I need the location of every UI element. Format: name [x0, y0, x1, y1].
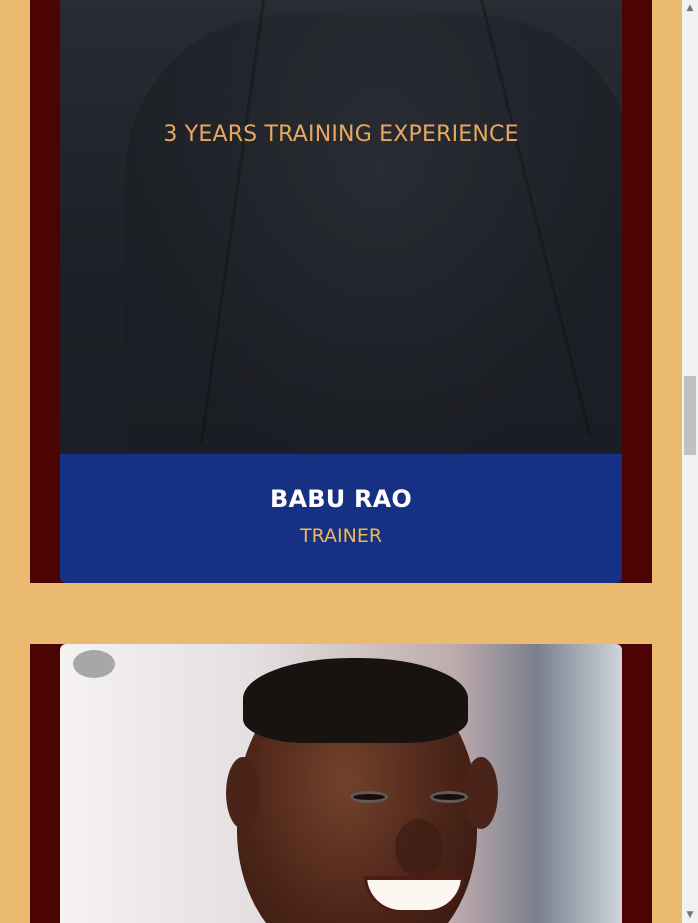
trainer-name: BABU RAO [269, 485, 413, 513]
trainer-hair [243, 658, 468, 743]
trainer-name-panel: BABU RAO TRAINER [60, 454, 622, 583]
right-ear [464, 757, 498, 829]
right-eye [430, 791, 468, 803]
trainer-card[interactable] [30, 644, 652, 923]
trainer-role: TRAINER [299, 525, 383, 547]
left-eye [350, 791, 388, 803]
vertical-scrollbar[interactable]: ▲ ▼ [682, 0, 698, 923]
ceiling-light [73, 650, 115, 678]
trainer-photo [60, 644, 622, 923]
experience-text: 3 YEARS TRAINING EXPERIENCE [163, 122, 519, 147]
trainers-section: 3 YEARS TRAINING EXPERIENCE BABU RAO TRA… [0, 0, 682, 923]
trainer-photo: 3 YEARS TRAINING EXPERIENCE BABU RAO TRA… [60, 0, 622, 583]
left-ear [226, 757, 260, 829]
chevron-down-icon[interactable]: ▼ [682, 907, 698, 923]
web-page-viewport: 3 YEARS TRAINING EXPERIENCE BABU RAO TRA… [0, 0, 698, 923]
nose [395, 819, 443, 877]
scrollbar-thumb[interactable] [684, 376, 696, 455]
trainer-card[interactable]: 3 YEARS TRAINING EXPERIENCE BABU RAO TRA… [30, 0, 652, 583]
chevron-up-icon[interactable]: ▲ [682, 0, 698, 16]
